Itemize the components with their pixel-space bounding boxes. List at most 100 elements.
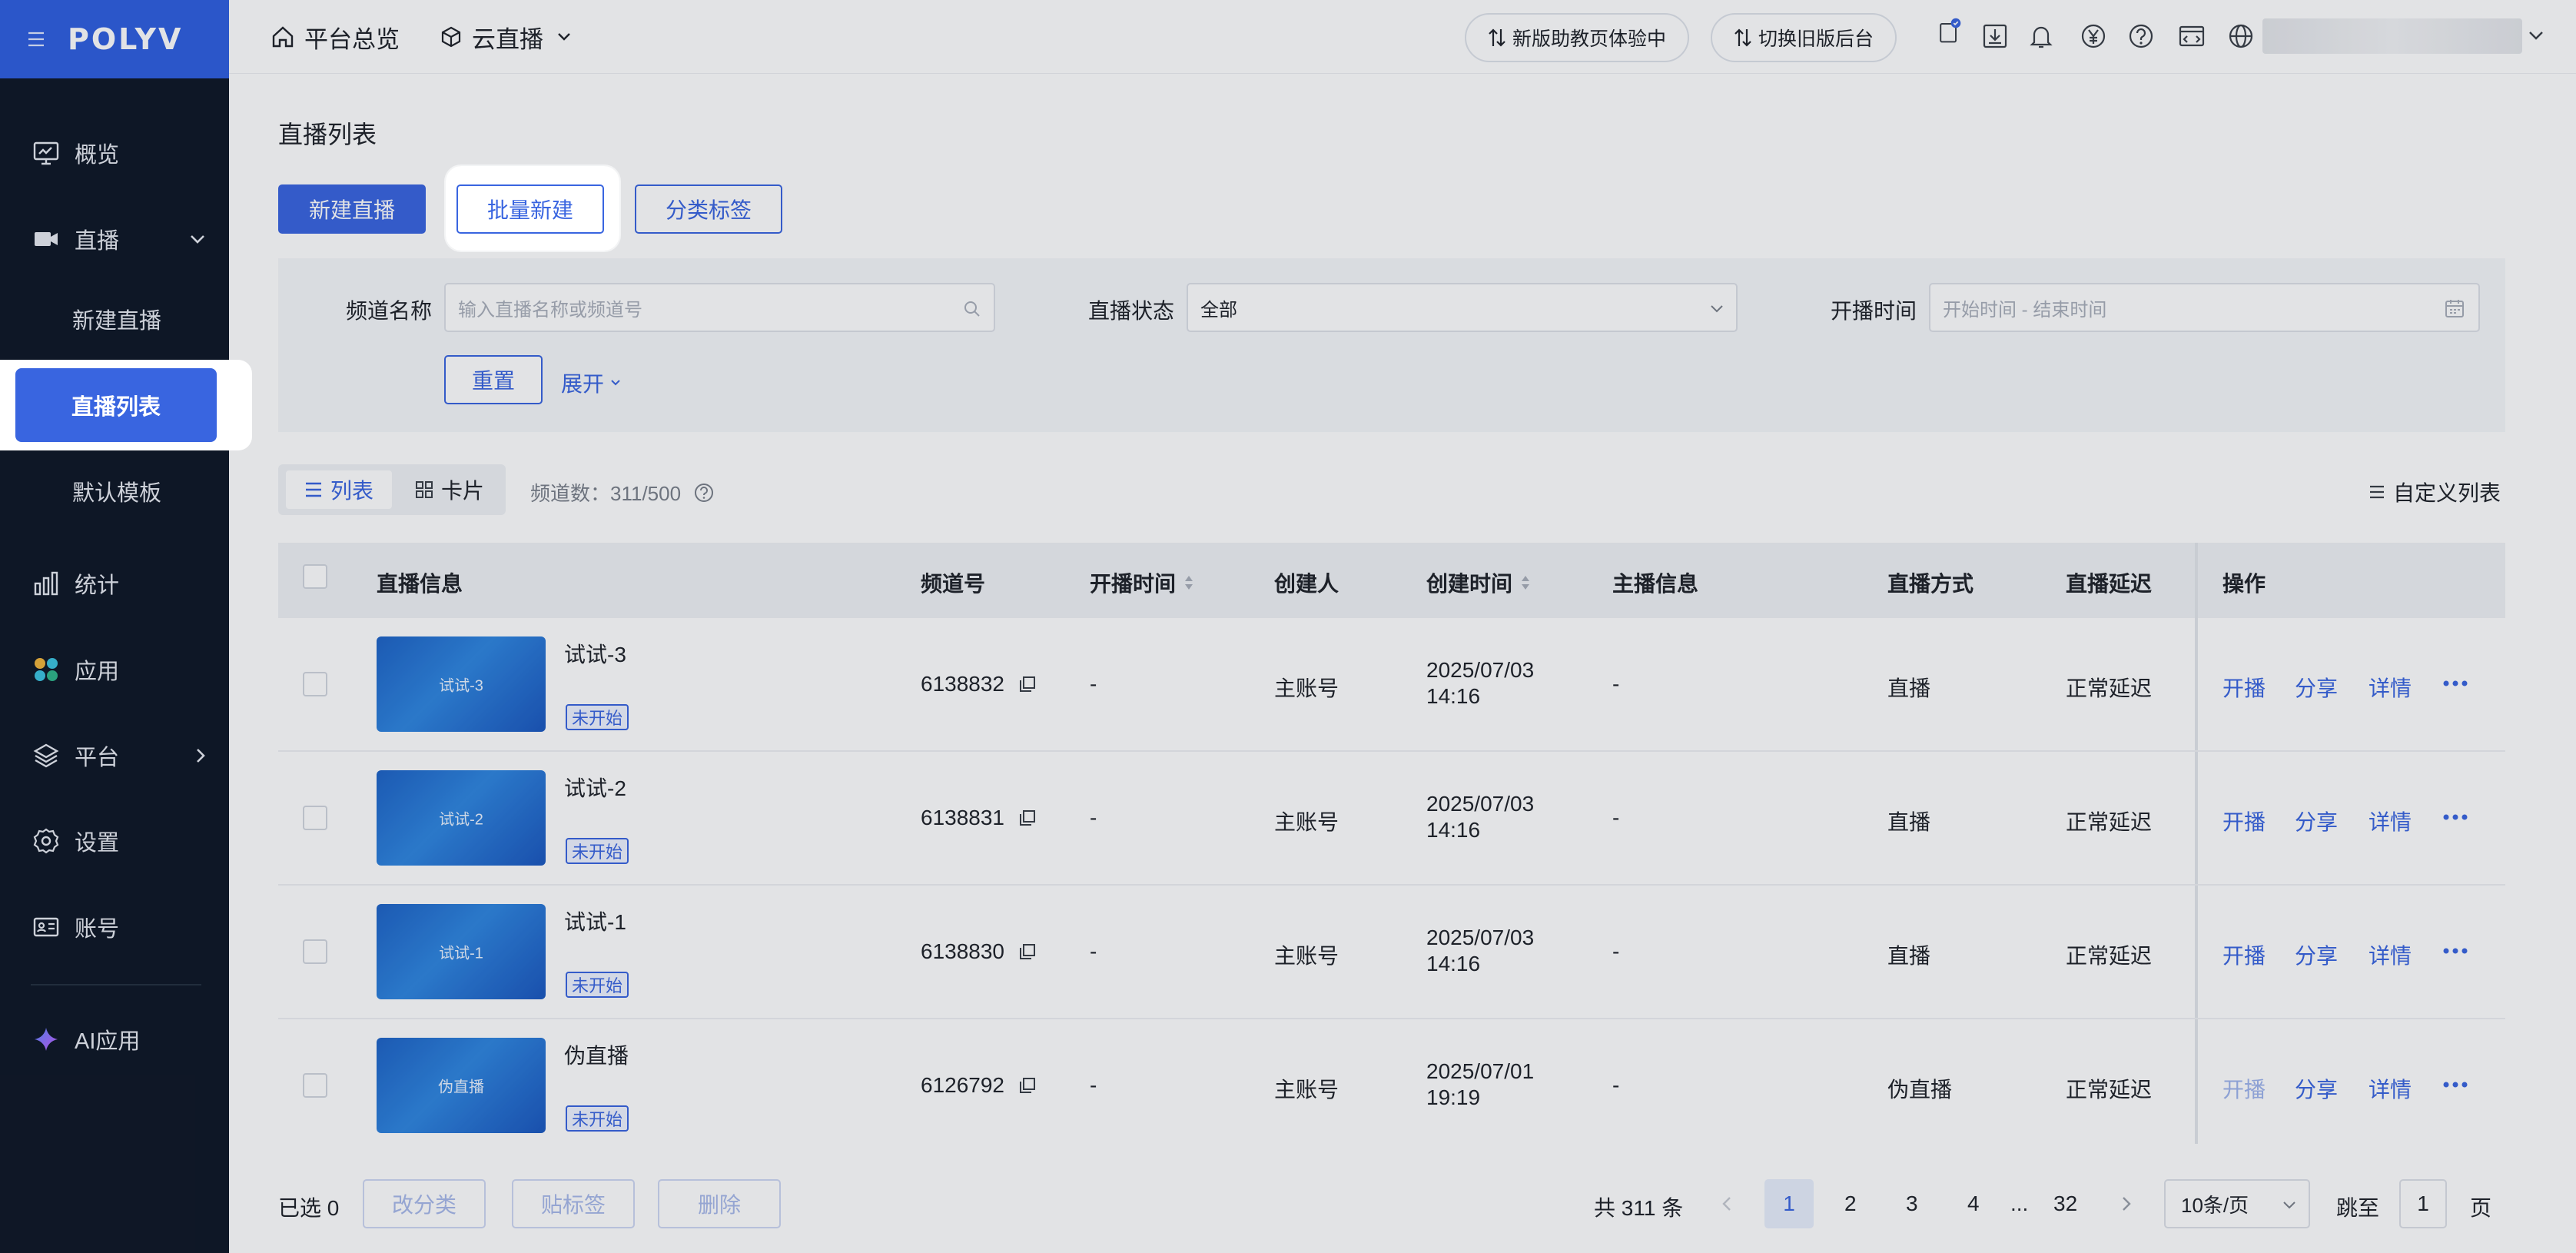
tab-platform-overview[interactable]: 平台总览: [271, 0, 400, 74]
live-title[interactable]: 试试-3: [564, 638, 626, 669]
page-3[interactable]: 3: [1906, 1192, 1918, 1216]
live-mode-cell: 伪直播: [1887, 1078, 1953, 1102]
details-link[interactable]: 详情: [2369, 1073, 2412, 1104]
page-1[interactable]: 1: [1764, 1179, 1814, 1228]
select-all-checkbox[interactable]: [303, 564, 327, 589]
live-title[interactable]: 伪直播: [564, 1039, 629, 1070]
copy-icon[interactable]: [1018, 809, 1037, 827]
add-tag-button[interactable]: 贴标签: [512, 1179, 635, 1228]
view-card-tab[interactable]: 卡片: [400, 470, 500, 509]
expand-filters[interactable]: 展开: [561, 367, 621, 398]
row-checkbox[interactable]: [303, 672, 327, 696]
live-thumbnail[interactable]: 伪直播: [377, 1038, 546, 1133]
batch-create-button[interactable]: 批量新建: [456, 184, 604, 234]
page-4[interactable]: 4: [1967, 1192, 1980, 1216]
details-link[interactable]: 详情: [2369, 806, 2412, 836]
more-icon[interactable]: [2442, 947, 2468, 955]
monitor-icon: [33, 141, 59, 165]
switch-old-backend[interactable]: 切换旧版后台: [1711, 13, 1897, 62]
task-check-icon[interactable]: [1935, 17, 1963, 45]
live-title[interactable]: 试试-1: [564, 906, 626, 936]
help-icon[interactable]: [2127, 22, 2155, 50]
nav-stats[interactable]: 统计: [0, 549, 229, 618]
live-title[interactable]: 试试-2: [564, 772, 626, 803]
nav-platform[interactable]: 平台: [0, 721, 229, 790]
live-mode-cell: 直播: [1887, 944, 1931, 968]
polyv-logo[interactable]: POLYV: [68, 22, 183, 56]
share-link[interactable]: 分享: [2295, 806, 2338, 836]
page-32[interactable]: 32: [2053, 1192, 2077, 1216]
globe-icon[interactable]: [2227, 22, 2255, 50]
start-live-link[interactable]: 开播: [2222, 939, 2266, 970]
nav-new-live[interactable]: 新建直播: [0, 284, 229, 354]
nav-default-template[interactable]: 默认模板: [0, 457, 229, 526]
apps-icon: [35, 658, 58, 681]
live-mode-cell: 直播: [1887, 676, 1931, 700]
menu-toggle-icon[interactable]: [28, 32, 45, 47]
more-icon[interactable]: [2442, 813, 2468, 821]
more-icon[interactable]: [2442, 680, 2468, 687]
page-ellipsis[interactable]: ...: [2010, 1192, 2028, 1216]
nav-live-list[interactable]: 直播列表: [15, 368, 217, 442]
live-thumbnail[interactable]: 试试-3: [377, 636, 546, 732]
bell-icon[interactable]: [2027, 22, 2055, 50]
download-icon[interactable]: [1981, 22, 2009, 50]
created-time: 19:19: [1426, 1085, 1481, 1109]
start-live-link[interactable]: 开播: [2222, 672, 2266, 703]
col-created-time[interactable]: 创建时间: [1426, 567, 1531, 598]
live-thumbnail[interactable]: 试试-1: [377, 904, 546, 999]
chevron-down-icon: [2283, 1201, 2295, 1209]
live-status-select[interactable]: 全部: [1187, 283, 1738, 332]
nav-live[interactable]: 直播: [0, 204, 229, 274]
channel-id-cell: 6126792: [921, 1073, 1037, 1098]
new-live-button[interactable]: 新建直播: [278, 184, 426, 234]
sparkle-icon: [35, 1028, 58, 1051]
row-checkbox[interactable]: [303, 939, 327, 964]
thumbnail-caption: 试试-2: [439, 811, 483, 829]
details-link[interactable]: 详情: [2369, 939, 2412, 970]
code-window-icon[interactable]: [2178, 22, 2206, 50]
tab-cloud-live[interactable]: 云直播: [440, 0, 571, 74]
details-link[interactable]: 详情: [2369, 672, 2412, 703]
share-link[interactable]: 分享: [2295, 672, 2338, 703]
change-category-button[interactable]: 改分类: [363, 1179, 486, 1228]
channel-name-input[interactable]: 输入直播名称或频道号: [444, 283, 995, 332]
copy-icon[interactable]: [1018, 1076, 1037, 1095]
copy-icon[interactable]: [1018, 675, 1037, 693]
more-icon[interactable]: [2442, 1081, 2468, 1088]
help-icon[interactable]: [693, 482, 715, 504]
category-tags-button[interactable]: 分类标签: [635, 184, 782, 234]
nav-account[interactable]: 账号: [0, 892, 229, 962]
start-time-range[interactable]: 开始时间 - 结束时间: [1929, 283, 2480, 332]
col-start-time[interactable]: 开播时间: [1090, 567, 1194, 598]
prev-page-icon[interactable]: [1721, 1196, 1732, 1211]
delete-button[interactable]: 删除: [658, 1179, 781, 1228]
copy-icon[interactable]: [1018, 942, 1037, 961]
live-thumbnail[interactable]: 试试-2: [377, 770, 546, 866]
share-link[interactable]: 分享: [2295, 939, 2338, 970]
next-page-icon[interactable]: [2121, 1196, 2132, 1211]
share-link[interactable]: 分享: [2295, 1073, 2338, 1104]
created-date: 2025/07/01: [1426, 1059, 1535, 1083]
nav-ai-apps[interactable]: AI应用: [0, 1005, 229, 1074]
chevron-down-icon[interactable]: [2528, 31, 2544, 42]
custom-list-button[interactable]: 自定义列表: [2369, 477, 2501, 507]
start-live-link[interactable]: 开播: [2222, 806, 2266, 836]
view-list-tab[interactable]: 列表: [286, 470, 392, 509]
row-checkbox[interactable]: [303, 806, 327, 830]
billing-yen-icon[interactable]: [2080, 22, 2107, 50]
row-divider: [278, 884, 2505, 886]
new-assistant-toggle[interactable]: 新版助教页体验中: [1465, 13, 1690, 62]
goto-page-input[interactable]: 1: [2399, 1179, 2447, 1228]
user-account-menu[interactable]: [2262, 18, 2522, 54]
status-badge: 未开始: [566, 704, 629, 730]
nav-apps[interactable]: 应用: [0, 635, 229, 704]
nav-overview[interactable]: 概览: [0, 118, 229, 188]
nav-settings[interactable]: 设置: [0, 806, 229, 876]
goto-label: 跳至: [2336, 1196, 2380, 1220]
row-checkbox[interactable]: [303, 1073, 327, 1098]
sort-icon: [1185, 576, 1193, 590]
page-2[interactable]: 2: [1844, 1192, 1857, 1216]
reset-button[interactable]: 重置: [444, 355, 543, 404]
page-size-select[interactable]: 10条/页: [2164, 1179, 2310, 1228]
